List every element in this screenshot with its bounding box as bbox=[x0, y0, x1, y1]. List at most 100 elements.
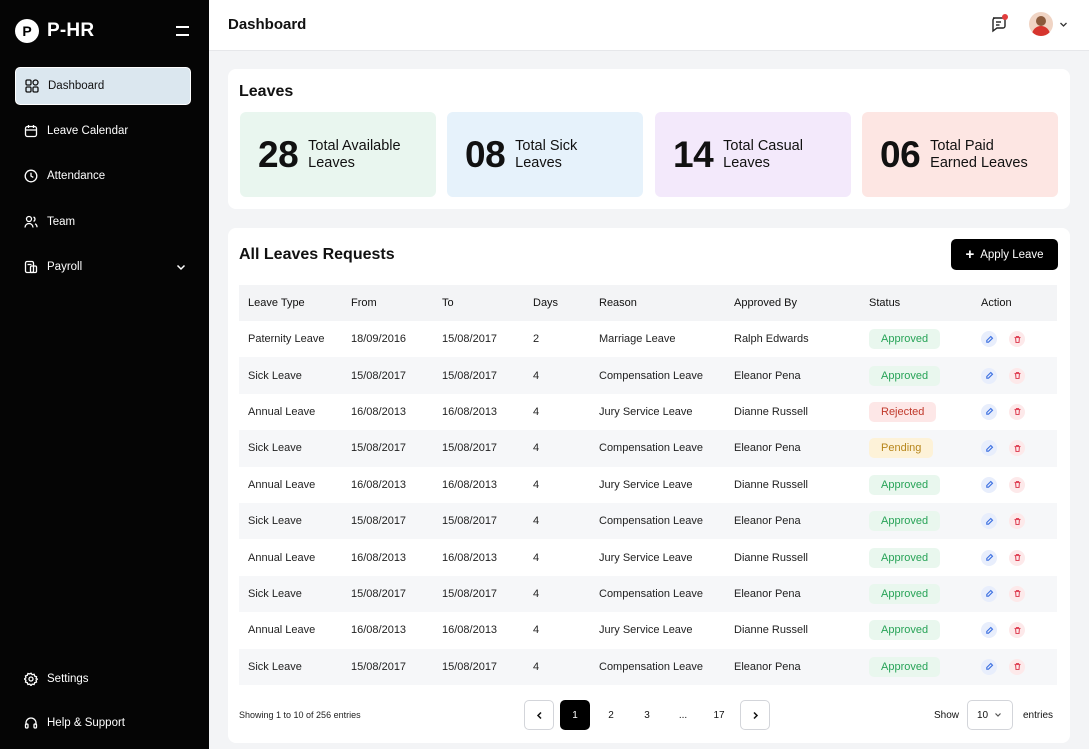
chevron-right-icon bbox=[752, 711, 758, 719]
table-row: Annual Leave 16/08/2013 16/08/2013 4 Jury Se… bbox=[239, 467, 1057, 503]
requests-panel: All Leaves Requests + Apply Leave Leave … bbox=[228, 228, 1070, 743]
clock-icon bbox=[24, 169, 38, 183]
brand[interactable]: P P-HR bbox=[15, 19, 94, 43]
page-ellipsis: ... bbox=[678, 709, 688, 721]
cell-by: Eleanor Pena bbox=[734, 357, 869, 394]
column-header[interactable]: Approved By bbox=[734, 285, 869, 321]
edit-icon[interactable] bbox=[981, 440, 997, 457]
entries-summary: Showing 1 to 10 of 256 entries bbox=[239, 710, 361, 720]
sidebar-item-payroll[interactable]: Payroll bbox=[15, 248, 191, 286]
notification-dot bbox=[1002, 14, 1008, 20]
sidebar-item-leave-calendar[interactable]: Leave Calendar bbox=[15, 112, 191, 150]
stat-card-available: 28 Total Available Leaves bbox=[240, 112, 436, 197]
cell-action bbox=[981, 467, 1057, 503]
stat-number: 08 bbox=[465, 133, 506, 175]
requests-title: All Leaves Requests bbox=[239, 246, 395, 263]
cell-action bbox=[981, 575, 1057, 613]
cell-days: 4 bbox=[533, 478, 540, 491]
edit-icon[interactable] bbox=[981, 658, 997, 675]
status-badge: Approved bbox=[869, 474, 941, 495]
apply-leave-button[interactable]: + Apply Leave bbox=[951, 239, 1058, 270]
column-header[interactable]: From bbox=[351, 285, 442, 321]
avatar[interactable] bbox=[1029, 12, 1053, 36]
cell-reason: Jury Service Leave bbox=[599, 624, 693, 637]
delete-icon[interactable] bbox=[1009, 549, 1025, 566]
cell-action bbox=[981, 357, 1057, 394]
chevron-down-icon[interactable] bbox=[1059, 20, 1068, 29]
stat-label: Total Available Leaves bbox=[308, 137, 401, 171]
edit-icon[interactable] bbox=[981, 367, 997, 384]
table-row: Paternity Leave 18/09/2016 15/08/2017 2 Marr… bbox=[239, 321, 1057, 357]
page-size-select[interactable]: 10 bbox=[967, 700, 1013, 730]
edit-icon[interactable] bbox=[981, 585, 997, 602]
edit-icon[interactable] bbox=[981, 476, 997, 493]
table-row: Sick Leave 15/08/2017 15/08/2017 4 Compensat… bbox=[239, 357, 1057, 394]
cell-action bbox=[981, 648, 1057, 685]
brand-name: P-HR bbox=[47, 20, 95, 41]
sidebar-item-label: Attendance bbox=[47, 170, 106, 182]
cell-status: Pending bbox=[869, 430, 981, 467]
cell-from: 16/08/2013 bbox=[351, 478, 407, 491]
delete-icon[interactable] bbox=[1009, 622, 1025, 639]
delete-icon[interactable] bbox=[1009, 367, 1025, 384]
status-badge: Approved bbox=[869, 620, 941, 641]
plus-icon: + bbox=[965, 246, 975, 263]
column-header[interactable]: Days bbox=[533, 285, 599, 321]
page-button[interactable]: 17 bbox=[704, 700, 734, 730]
edit-icon[interactable] bbox=[981, 403, 997, 420]
column-header[interactable]: Leave Type bbox=[239, 285, 351, 321]
page-button[interactable]: 1 bbox=[560, 700, 590, 730]
cell-by: Dianne Russell bbox=[734, 478, 808, 491]
delete-icon[interactable] bbox=[1009, 513, 1025, 530]
chevron-left-icon bbox=[536, 711, 542, 719]
stat-card-sick: 08 Total Sick Leaves bbox=[447, 112, 643, 197]
edit-icon[interactable] bbox=[981, 331, 997, 348]
page-button[interactable]: 3 bbox=[632, 700, 662, 730]
cell-type: Paternity Leave bbox=[248, 333, 325, 346]
delete-icon[interactable] bbox=[1009, 440, 1025, 457]
cell-by: Ralph Edwards bbox=[734, 333, 809, 346]
brand-logo: P bbox=[15, 19, 39, 43]
sidebar-item-settings[interactable]: Settings bbox=[15, 660, 191, 698]
edit-icon[interactable] bbox=[981, 513, 997, 530]
cell-to: 15/08/2017 bbox=[442, 430, 533, 467]
delete-icon[interactable] bbox=[1009, 585, 1025, 602]
status-badge: Approved bbox=[869, 656, 941, 677]
edit-icon[interactable] bbox=[981, 622, 997, 639]
delete-icon[interactable] bbox=[1009, 331, 1025, 348]
delete-icon[interactable] bbox=[1009, 476, 1025, 493]
status-badge: Approved bbox=[869, 365, 941, 386]
column-header[interactable]: Reason bbox=[599, 285, 734, 321]
page-button[interactable]: 2 bbox=[596, 700, 626, 730]
stat-label: Total Paid Earned Leaves bbox=[930, 137, 1028, 171]
sidebar-item-attendance[interactable]: Attendance bbox=[15, 157, 191, 195]
sidebar-item-dashboard[interactable]: Dashboard bbox=[15, 67, 191, 105]
chevron-down-icon[interactable] bbox=[175, 261, 187, 273]
cell-from: 16/08/2013 bbox=[351, 624, 407, 637]
cell-from: 16/08/2013 bbox=[351, 551, 407, 564]
status-badge: Approved bbox=[869, 511, 941, 532]
column-header[interactable]: To bbox=[442, 285, 533, 321]
calendar-icon bbox=[24, 125, 38, 138]
delete-icon[interactable] bbox=[1009, 403, 1025, 420]
prev-page-button[interactable] bbox=[524, 700, 554, 730]
sidebar-item-team[interactable]: Team bbox=[15, 203, 191, 241]
column-header: Action bbox=[981, 285, 1057, 321]
cell-by: Eleanor Pena bbox=[734, 430, 869, 467]
cell-type: Annual Leave bbox=[248, 551, 316, 564]
cell-days: 2 bbox=[533, 333, 540, 346]
edit-icon[interactable] bbox=[981, 549, 997, 566]
menu-toggle-icon[interactable] bbox=[176, 26, 189, 36]
cell-action bbox=[981, 394, 1057, 430]
page-title: Dashboard bbox=[228, 16, 307, 33]
delete-icon[interactable] bbox=[1009, 658, 1025, 675]
cell-reason: Compensation Leave bbox=[599, 502, 734, 540]
cell-days: 4 bbox=[533, 430, 599, 467]
cell-type: Annual Leave bbox=[248, 624, 316, 637]
cell-reason: Jury Service Leave bbox=[599, 478, 693, 491]
sidebar-item-help-support[interactable]: Help & Support bbox=[15, 704, 191, 742]
table-row: Annual Leave 16/08/2013 16/08/2013 4 Jury Se… bbox=[239, 612, 1057, 648]
next-page-button[interactable] bbox=[740, 700, 770, 730]
cell-action bbox=[981, 430, 1057, 467]
column-header[interactable]: Status bbox=[869, 285, 981, 321]
